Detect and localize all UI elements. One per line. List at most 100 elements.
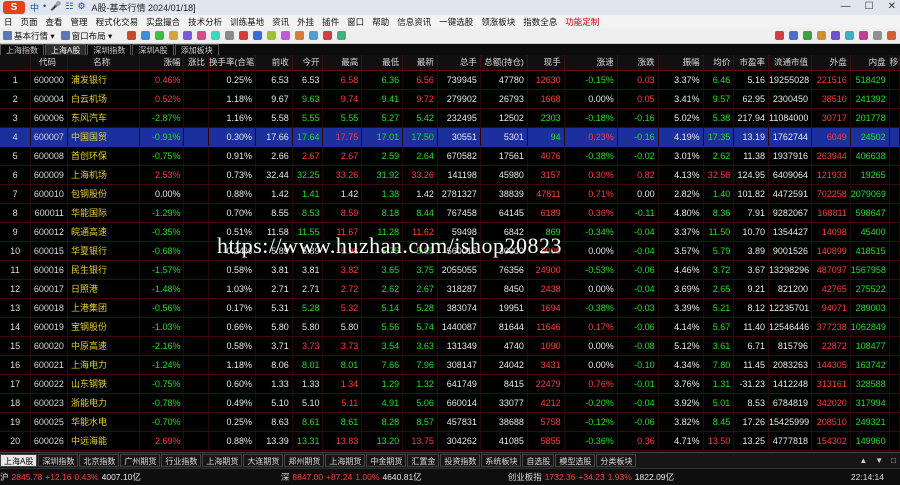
bottom-tab-1[interactable]: 深圳指数 [38,454,79,467]
market-tab-4[interactable]: 添加板块 [174,44,219,55]
ime-mode[interactable]: 中 [30,1,39,14]
column-header[interactable]: 涨比 [183,55,209,71]
table-row[interactable]: 12 600017 日照港 -1.48% 1.03% 2.71 2.71 2.72 2.62 2.… [0,279,900,299]
toolbar-tool-icon[interactable] [239,31,249,40]
menu-item-2[interactable]: 查看 [42,16,67,28]
market-tab-1[interactable]: 上海A股 [45,44,87,55]
column-header[interactable]: 前收 [255,55,293,71]
table-row[interactable]: 11 600016 民生银行 -1.57% 0.58% 3.81 3.81 3.82 3.65 3… [0,260,900,280]
close-icon[interactable]: ✕ [888,1,896,12]
scroll-down-icon[interactable]: ▼ [875,456,883,465]
bottom-tab-4[interactable]: 行业指数 [161,454,202,467]
menu-item-10[interactable]: 插件 [318,16,343,28]
menu-item-9[interactable]: 外挂 [293,16,318,28]
table-row[interactable]: 20 600026 中远海能 2.69% 0.88% 13.39 13.31 13.83 13.… [0,431,900,451]
column-header[interactable]: 振幅 [658,55,704,71]
menu-item-14[interactable]: 一键选股 [435,16,477,28]
bottom-tab-0[interactable]: 上海A股 [0,454,38,467]
sh-index-status[interactable]: 沪 2845.78 +12.16 0.43% 4007.10亿 [0,471,141,483]
bottom-tab-11[interactable]: 投资指数 [440,454,481,467]
toolbar-tool-icon[interactable] [225,31,235,40]
table-row[interactable]: 2 600004 白云机场 0.52% 1.18% 9.67 9.63 9.74 9.41 9.7… [0,89,900,109]
maximize-icon[interactable]: ☐ [865,1,874,12]
table-row[interactable]: 7 600010 包钢股份 0.00% 0.88% 1.42 1.41 1.42 1.38 1.4… [0,184,900,204]
toolbar-tool-icon[interactable] [267,31,277,40]
toolbar-tool-icon[interactable] [141,31,151,40]
column-header[interactable]: 市盈率 [733,55,770,71]
table-row[interactable]: 5 600008 首创环保 -0.75% 0.91% 2.66 2.67 2.67 2.59 2.… [0,146,900,166]
toolbar-tool-icon[interactable] [211,31,221,40]
column-header[interactable]: 最高 [322,55,363,71]
bottom-tab-9[interactable]: 中金期货 [366,454,407,467]
toolbar-tool-icon[interactable] [155,31,165,40]
scroll-up-icon[interactable]: ▲ [859,456,867,465]
column-header[interactable]: 总额(持仓) [480,55,528,71]
table-row[interactable]: 14 600019 宝钢股份 -1.03% 0.66% 5.80 5.80 5.80 5.56 5… [0,317,900,337]
bottom-tab-15[interactable]: 分类板块 [596,454,637,467]
bottom-tab-8[interactable]: 上海期货 [325,454,366,467]
menu-item-17[interactable]: 功能定制 [561,16,603,28]
column-header[interactable]: 移动 [889,55,900,71]
panel-toggle-icon[interactable]: □ [891,456,896,465]
toolbar-quick-icon[interactable] [873,31,882,40]
bottom-tab-5[interactable]: 上海期货 [202,454,243,467]
ime-mic-icon[interactable]: 🎤 [50,1,61,14]
menu-item-12[interactable]: 帮助 [368,16,393,28]
menu-item-7[interactable]: 训练基地 [226,16,268,28]
bottom-tab-10[interactable]: 汇置金 [407,454,440,467]
menu-item-1[interactable]: 页面 [17,16,42,28]
toolbar-quick-icon[interactable] [859,31,868,40]
toolbar-tool-icon[interactable] [309,31,319,40]
column-header[interactable]: 代码 [30,55,68,71]
menu-item-4[interactable]: 程式化交易 [92,16,143,28]
bottom-tab-7[interactable]: 郑州期货 [284,454,325,467]
table-row[interactable]: 4 600007 中国国贸 -0.91% 0.30% 17.66 17.64 17.75 17.… [0,127,900,147]
table-row[interactable]: 3 600006 东风汽车 -2.87% 1.16% 5.58 5.55 5.55 5.27 5.… [0,108,900,128]
menu-item-3[interactable]: 管理 [67,16,92,28]
toolbar-quick-icon[interactable] [817,31,826,40]
column-header[interactable]: 涨跌 [617,55,659,71]
column-header[interactable]: 现手 [527,55,565,71]
toolbar-tool-icon[interactable] [127,31,137,40]
menu-item-6[interactable]: 技术分析 [184,16,226,28]
table-row[interactable]: 19 600025 华能水电 -0.70% 0.25% 8.63 8.61 8.61 8.28 8… [0,412,900,432]
menu-item-0[interactable]: 日 [0,16,17,28]
sz-index-status[interactable]: 深 8847.00 +87.24 1.00% 4640.81亿 [281,471,422,483]
table-row[interactable]: 13 600018 上港集团 -0.56% 0.17% 5.31 5.28 5.32 5.14 5… [0,298,900,318]
market-tab-2[interactable]: 深圳指数 [87,44,132,55]
column-header[interactable]: 涨幅 [139,55,185,71]
table-row[interactable]: 10 600015 华夏银行 -0.68% 0.24% 5.89 5.89 5.96 5.75 5… [0,241,900,261]
cy-index-status[interactable]: 创业板指 1732.36 +34.23 1.93% 1822.09亿 [508,471,674,483]
menu-item-5[interactable]: 实盘撮合 [142,16,184,28]
toolbar-tool-icon[interactable] [183,31,193,40]
table-row[interactable]: 9 600012 皖通高速 -0.35% 0.51% 11.58 11.55 11.67 11.… [0,222,900,242]
column-header[interactable]: 外盘 [811,55,851,71]
table-row[interactable]: 1 600000 浦发银行 0.46% 0.25% 6.53 6.53 6.58 6.36 6.5… [0,70,900,90]
market-tab-0[interactable]: 上海指数 [0,44,44,55]
toolbar-quick-icon[interactable] [831,31,840,40]
toolbar-quick-icon[interactable] [775,31,784,40]
menu-item-13[interactable]: 信息资讯 [393,16,435,28]
table-row[interactable]: 18 600023 浙能电力 -0.78% 0.49% 5.10 5.10 5.11 4.91 5… [0,393,900,413]
toolbar-tool-icon[interactable] [169,31,179,40]
market-tab-3[interactable]: 深圳A股 [132,44,174,55]
menu-item-8[interactable]: 资讯 [268,16,293,28]
table-row[interactable]: 17 600022 山东钢铁 -0.75% 0.60% 1.33 1.33 1.34 1.29 1… [0,374,900,394]
column-header[interactable]: 最新 [402,55,438,71]
minimize-icon[interactable]: — [841,1,851,12]
table-row[interactable]: 16 600021 上海电力 -1.24% 1.18% 8.06 8.01 8.01 7.66 7… [0,355,900,375]
toolbar-quick-icon[interactable] [803,31,812,40]
window-layout-button[interactable]: 窗口布局 ▾ [58,30,116,42]
menu-item-16[interactable]: 指数全息 [519,16,561,28]
toolbar-tool-icon[interactable] [253,31,263,40]
column-header[interactable]: 涨速 [564,55,618,71]
toolbar-quick-icon[interactable] [887,31,896,40]
basic-quote-button[interactable]: 基本行情 ▾ [0,30,58,42]
column-header[interactable]: 名称 [67,55,140,71]
table-row[interactable]: 8 600011 华能国际 -1.29% 0.70% 8.55 8.53 8.59 8.18 8.… [0,203,900,223]
menu-item-11[interactable]: 窗口 [343,16,368,28]
bottom-tab-14[interactable]: 模型选股 [555,454,596,467]
column-header[interactable]: 内盘 [850,55,890,71]
ime-keyboard-icon[interactable]: ☷ [65,1,73,14]
bottom-tab-13[interactable]: 自选股 [522,454,555,467]
